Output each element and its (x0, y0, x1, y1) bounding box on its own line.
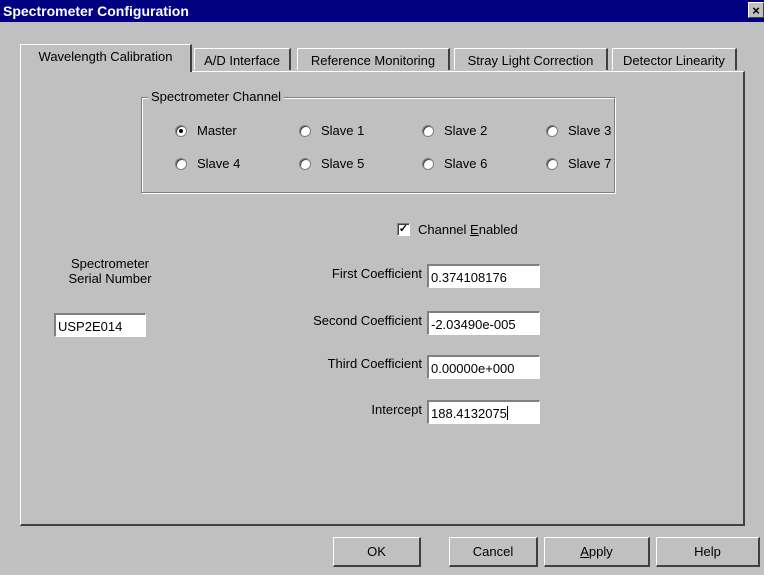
radio-icon (299, 124, 311, 137)
third-coefficient-label: Third Coefficient (327, 356, 422, 371)
tab-reference-monitoring[interactable]: Reference Monitoring (297, 48, 450, 70)
close-button[interactable]: × (748, 2, 764, 18)
radio-label: Slave 7 (568, 156, 612, 171)
first-coefficient-value: 0.374108176 (431, 270, 507, 285)
radio-icon (422, 157, 434, 170)
apply-button[interactable]: Apply (544, 537, 650, 567)
radio-slave-7[interactable]: Slave 7 (546, 156, 611, 171)
radio-slave-3[interactable]: Slave 3 (546, 123, 611, 138)
window-title-bar[interactable]: Spectrometer Configuration × (0, 0, 764, 22)
serial-number-field[interactable]: USP2E014 (54, 313, 146, 337)
serial-label-line1: Spectrometer (70, 256, 150, 271)
ok-button[interactable]: OK (333, 537, 421, 567)
window-title: Spectrometer Configuration (3, 3, 189, 19)
intercept-value: 188.4132075 (431, 406, 507, 421)
third-coefficient-value: 0.00000e+000 (431, 361, 515, 376)
radio-icon (546, 157, 558, 170)
apply-mnemonic: A (580, 544, 589, 559)
channel-group-title: Spectrometer Channel (148, 89, 285, 104)
third-coefficient-field[interactable]: 0.00000e+000 (427, 355, 540, 379)
radio-label: Slave 3 (568, 123, 612, 138)
radio-label: Slave 4 (197, 156, 241, 171)
channel-enabled-label: Channel Enabled (418, 222, 518, 237)
tab-detector-linearity[interactable]: Detector Linearity (612, 48, 737, 70)
first-coefficient-label: First Coefficient (331, 266, 422, 281)
tab-label: Detector Linearity (623, 53, 725, 68)
radio-slave-6[interactable]: Slave 6 (422, 156, 487, 171)
first-coefficient-field[interactable]: 0.374108176 (427, 264, 540, 288)
text-cursor (506, 406, 508, 420)
channel-enabled-checkbox[interactable]: ✓ Channel Enabled (397, 222, 518, 237)
radio-slave-4[interactable]: Slave 4 (175, 156, 240, 171)
radio-label: Slave 6 (444, 156, 488, 171)
radio-slave-2[interactable]: Slave 2 (422, 123, 487, 138)
radio-label: Slave 1 (321, 123, 365, 138)
cancel-button[interactable]: Cancel (449, 537, 538, 567)
radio-selected-icon (175, 124, 187, 137)
channel-group-box (141, 97, 615, 193)
second-coefficient-field[interactable]: -2.03490e-005 (427, 311, 540, 335)
second-coefficient-value: -2.03490e-005 (431, 317, 516, 332)
radio-icon (299, 157, 311, 170)
tab-label: Reference Monitoring (310, 53, 436, 68)
radio-master[interactable]: Master (175, 123, 237, 138)
intercept-field[interactable]: 188.4132075 (427, 400, 540, 424)
tab-label: Stray Light Correction (467, 53, 594, 68)
radio-icon (175, 157, 187, 170)
radio-label: Slave 5 (321, 156, 365, 171)
radio-slave-5[interactable]: Slave 5 (299, 156, 364, 171)
radio-label: Slave 2 (444, 123, 488, 138)
radio-icon (422, 124, 434, 137)
second-coefficient-label: Second Coefficient (313, 313, 422, 328)
radio-icon (546, 124, 558, 137)
apply-label: pply (588, 544, 613, 559)
intercept-label: Intercept (371, 402, 422, 417)
tab-ad-interface[interactable]: A/D Interface (194, 48, 291, 70)
tab-wavelength-calibration[interactable]: Wavelength Calibration (20, 44, 192, 72)
close-icon: × (752, 3, 760, 18)
radio-slave-1[interactable]: Slave 1 (299, 123, 364, 138)
help-button[interactable]: Help (656, 537, 760, 567)
serial-label-line2: Serial Number (68, 271, 152, 286)
tab-label: Wavelength Calibration (38, 49, 173, 64)
tab-label: A/D Interface (204, 53, 280, 68)
radio-label: Master (197, 123, 237, 138)
checkbox-checked-icon: ✓ (397, 223, 410, 236)
serial-number-label: Spectrometer Serial Number (50, 256, 170, 286)
serial-value: USP2E014 (58, 319, 123, 334)
tab-stray-light-correction[interactable]: Stray Light Correction (454, 48, 608, 70)
